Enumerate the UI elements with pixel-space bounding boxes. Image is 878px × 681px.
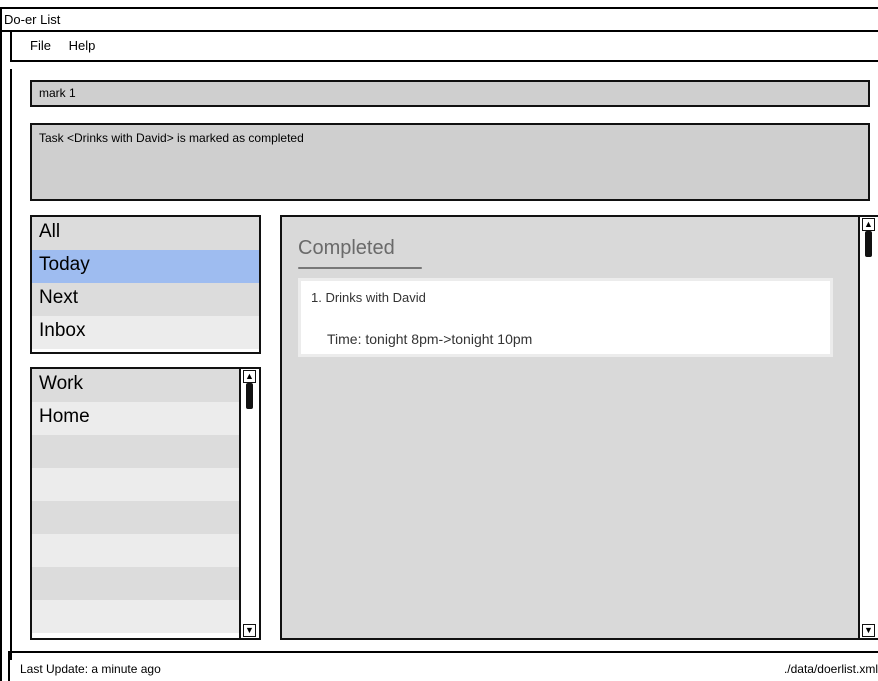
scroll-down-arrow-icon[interactable]: ▼ [243, 624, 256, 637]
task-panel: Completed 1. Drinks with David Time: ton… [280, 215, 878, 640]
task-panel-scrollbar[interactable]: ▲ ▼ [858, 217, 878, 638]
task-name: 1. Drinks with David [311, 290, 426, 305]
result-display: Task <Drinks with David> is marked as co… [30, 123, 870, 201]
task-panel-inner: Completed 1. Drinks with David Time: ton… [282, 217, 860, 638]
app-window: Do-er List File Help mark 1 Task <Drinks… [0, 7, 878, 681]
tag-item-home[interactable]: Home [32, 402, 241, 435]
tag-item-work[interactable]: Work [32, 369, 241, 402]
task-time: Time: tonight 8pm->tonight 10pm [327, 331, 533, 347]
tag-list: Work Home ▲ ▼ [30, 367, 261, 640]
scroll-thumb[interactable] [246, 383, 253, 409]
command-input[interactable]: mark 1 [30, 80, 870, 107]
tag-item-empty [32, 567, 241, 600]
scroll-up-arrow-icon[interactable]: ▲ [243, 370, 256, 383]
task-card[interactable]: 1. Drinks with David Time: tonight 8pm->… [298, 278, 833, 357]
file-path-status: ./data/doerlist.xml [783, 662, 878, 676]
tag-rows: Work Home [32, 369, 241, 633]
window-title: Do-er List [2, 9, 878, 32]
section-underline [298, 267, 422, 269]
category-item-next[interactable]: Next [32, 283, 259, 316]
tag-item-empty [32, 534, 241, 567]
tag-item-empty [32, 435, 241, 468]
category-item-inbox[interactable]: Inbox [32, 316, 259, 349]
category-list: All Today Next Inbox [30, 215, 261, 354]
category-item-all[interactable]: All [32, 217, 259, 250]
scroll-up-arrow-icon[interactable]: ▲ [862, 218, 875, 231]
menu-bar: File Help [10, 32, 878, 62]
category-item-today[interactable]: Today [32, 250, 259, 283]
tag-item-empty [32, 501, 241, 534]
tag-item-empty [32, 468, 241, 501]
status-bar: Last Update: a minute ago ./data/doerlis… [8, 651, 878, 681]
section-title: Completed [298, 237, 395, 259]
last-update-status: Last Update: a minute ago [20, 662, 161, 676]
main-content: mark 1 Task <Drinks with David> is marke… [10, 69, 878, 660]
tag-item-empty [32, 600, 241, 633]
tag-list-scrollbar[interactable]: ▲ ▼ [239, 369, 259, 638]
menu-help[interactable]: Help [69, 38, 96, 53]
scroll-thumb[interactable] [865, 231, 872, 257]
menu-file[interactable]: File [30, 38, 51, 53]
scroll-down-arrow-icon[interactable]: ▼ [862, 624, 875, 637]
